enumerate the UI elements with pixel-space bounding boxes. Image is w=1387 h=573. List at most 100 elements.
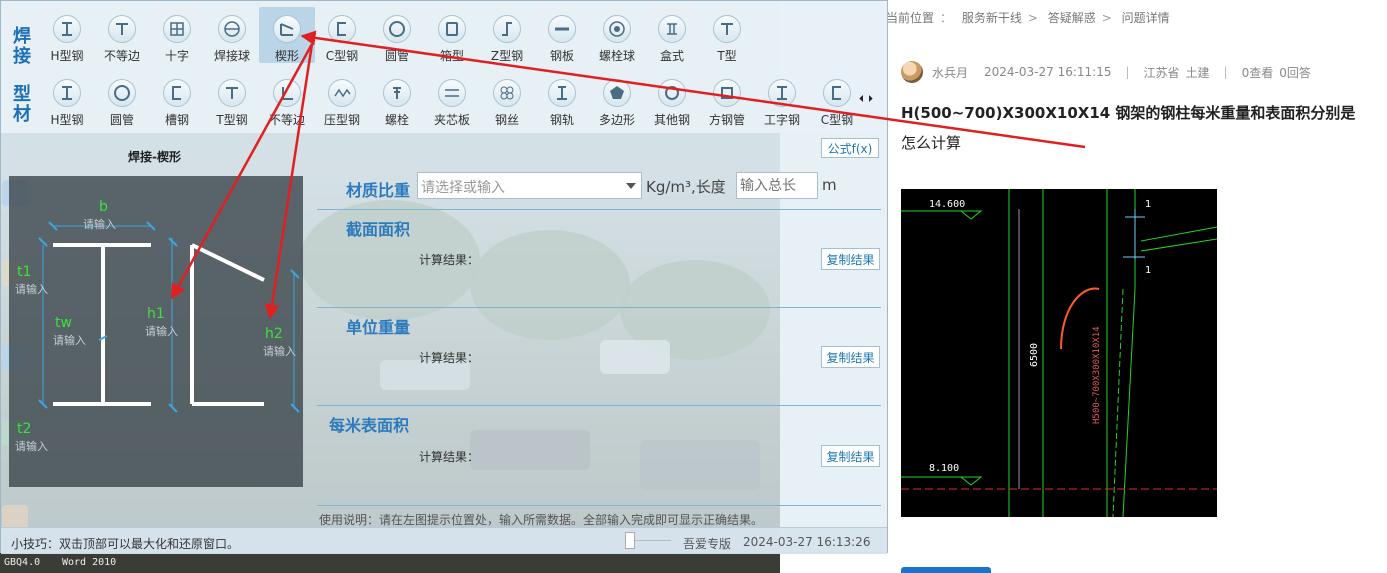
profile-tool-c-channel[interactable]: C型钢	[809, 71, 865, 127]
param-b-input[interactable]: 请输入	[83, 216, 116, 232]
post-time: 2024-03-27 16:11:15	[984, 65, 1112, 79]
param-t1-input[interactable]: 请输入	[15, 281, 48, 297]
taskbar-item[interactable]: Word 2010	[62, 557, 116, 568]
weld-tool-t-section[interactable]: 不等边	[94, 7, 150, 63]
area-label: 截面面积	[346, 220, 411, 239]
tool-label: T型钢	[216, 113, 248, 127]
length-unit: m	[822, 176, 837, 194]
t-section-icon	[108, 15, 136, 43]
i-beam-icon	[768, 79, 796, 107]
profile-tool-deck[interactable]: 压型钢	[314, 71, 370, 127]
breadcrumb: 当前位置： 服务新干线 > 答疑解惑 > 问题详情	[886, 11, 1170, 25]
taskbar-item[interactable]: GBQ4.0	[4, 557, 40, 568]
param-tw-input[interactable]: 请输入	[53, 332, 86, 348]
profile-tool-other-steel[interactable]: 其他钢	[644, 71, 700, 127]
angle-icon	[273, 79, 301, 107]
t-beam-icon	[713, 15, 741, 43]
plate-icon	[548, 15, 576, 43]
profile-tool-square-tube[interactable]: 方钢管	[699, 71, 755, 127]
status-bar: 小技巧：双击顶部可以最大化和还原窗口。 吾爱专版 2024-03-27 16:1…	[1, 527, 887, 554]
profile-tool-rail[interactable]: 钢轨	[534, 71, 590, 127]
param-t2-input[interactable]: 请输入	[15, 438, 48, 454]
box-type-icon	[658, 15, 686, 43]
chevron-down-icon[interactable]	[626, 183, 636, 189]
tool-label: 方钢管	[708, 113, 745, 127]
cad-drawing-image[interactable]: 14.600 8.100 6500 H500~700X300X10X14 1 1	[901, 189, 1217, 517]
round-tube-icon	[383, 15, 411, 43]
profile-tool-sandwich[interactable]: 夹芯板	[424, 71, 480, 127]
profile-tool-polygon[interactable]: 多边形	[589, 71, 645, 127]
cad-member-label: H500~700X300X10X14	[1092, 326, 1102, 424]
avatar[interactable]	[901, 61, 923, 83]
question-meta: 水兵月 2024-03-27 16:11:15 | 江苏省 土建 | 0查看 0…	[901, 60, 1311, 84]
weld-tool-z-section[interactable]: Z型钢	[479, 7, 535, 63]
wire-icon	[493, 79, 521, 107]
copy-surface-button[interactable]: 复制结果	[821, 445, 880, 467]
breadcrumb-current: 问题详情	[1121, 11, 1170, 25]
length-input[interactable]	[736, 172, 818, 199]
author-name[interactable]: 水兵月	[932, 64, 968, 81]
opacity-slider-track[interactable]	[635, 540, 671, 541]
weld-tool-cross[interactable]: 十字	[149, 7, 205, 63]
category-weld: 焊接	[13, 26, 31, 67]
tip-text: 小技巧：双击顶部可以最大化和还原窗口。	[11, 537, 240, 551]
material-select[interactable]: 请选择或输入	[417, 172, 642, 199]
tool-label: 焊接球	[213, 49, 250, 63]
profile-tool-channel[interactable]: 槽钢	[149, 71, 205, 127]
unit-weight-label: 单位重量	[346, 318, 411, 337]
polygon-icon	[603, 79, 631, 107]
formula-button[interactable]: 公式f(x)	[821, 138, 879, 158]
divider	[317, 209, 881, 210]
material-placeholder: 请选择或输入	[421, 180, 505, 196]
weld-tool-box-section[interactable]: 箱型	[424, 7, 480, 63]
tool-label: 圆管	[384, 49, 409, 63]
tool-label: 十字	[164, 49, 189, 63]
tool-label: Z型钢	[490, 49, 524, 63]
wedge-icon	[273, 15, 301, 43]
category-profile: 型材	[13, 84, 31, 125]
param-h2-input[interactable]: 请输入	[263, 343, 296, 359]
profile-tool-t-beam[interactable]: T型钢	[204, 71, 260, 127]
weld-tool-c-channel[interactable]: C型钢	[314, 7, 370, 63]
weld-tool-weld-ball[interactable]: 焊接球	[204, 7, 260, 63]
copy-weight-button[interactable]: 复制结果	[821, 346, 880, 368]
scroll-left-icon[interactable]: ⏴	[859, 93, 864, 107]
breadcrumb-link[interactable]: 服务新干线	[962, 11, 1022, 25]
param-h1-input[interactable]: 请输入	[145, 323, 178, 339]
tool-label: 其他钢	[653, 113, 690, 127]
profile-tool-angle[interactable]: 不等边	[259, 71, 315, 127]
usage-note: 使用说明：请在左图提示位置处，输入所需数据。全部输入完成即可显示正确结果。	[319, 513, 764, 527]
weld-tool-bolt-ball[interactable]: 螺栓球	[589, 7, 645, 63]
question-title-line: 怎么计算	[901, 134, 962, 152]
weld-tool-round-tube[interactable]: 圆管	[369, 7, 425, 63]
tool-label: C型钢	[325, 49, 359, 63]
desktop-taskbar: GBQ4.0 Word 2010	[0, 553, 780, 573]
scroll-right-icon[interactable]: ⏵	[868, 93, 873, 107]
weld-tool-plate[interactable]: 钢板	[534, 7, 590, 63]
cad-elevation-top: 14.600	[929, 199, 965, 210]
breadcrumb-label: 当前位置	[886, 11, 935, 25]
weld-tool-box-type[interactable]: 盒式	[644, 7, 700, 63]
weld-tool-wedge[interactable]: 楔形	[259, 7, 315, 63]
weld-tool-t-beam[interactable]: T型	[699, 7, 755, 63]
profile-tool-round-tube[interactable]: 圆管	[94, 71, 150, 127]
h-beam-icon	[53, 79, 81, 107]
param-h2-label: h2	[265, 326, 283, 342]
opacity-slider-handle[interactable]	[625, 532, 635, 549]
profile-tool-wire[interactable]: 钢丝	[479, 71, 535, 127]
tool-label: 盒式	[659, 49, 684, 63]
profile-tool-i-beam[interactable]: 工字钢	[754, 71, 810, 127]
area-result-label: 计算结果：	[419, 253, 480, 267]
rail-icon	[548, 79, 576, 107]
breadcrumb-link[interactable]: 答疑解惑	[1048, 11, 1096, 25]
answer-button[interactable]	[901, 567, 991, 573]
weld-ball-icon	[218, 15, 246, 43]
copy-area-button[interactable]: 复制结果	[821, 248, 880, 270]
profile-tool-h-beam[interactable]: H型钢	[39, 71, 95, 127]
toolbar-scroll: ⏴ ⏵	[859, 93, 885, 107]
edition-label: 吾爱专版	[683, 537, 732, 551]
weld-tool-h-beam[interactable]: H型钢	[39, 7, 95, 63]
profile-tool-bolt[interactable]: 螺栓	[369, 71, 425, 127]
unit-weight-result-label: 计算结果：	[419, 351, 480, 365]
cad-dimension: 6500	[1029, 343, 1040, 367]
